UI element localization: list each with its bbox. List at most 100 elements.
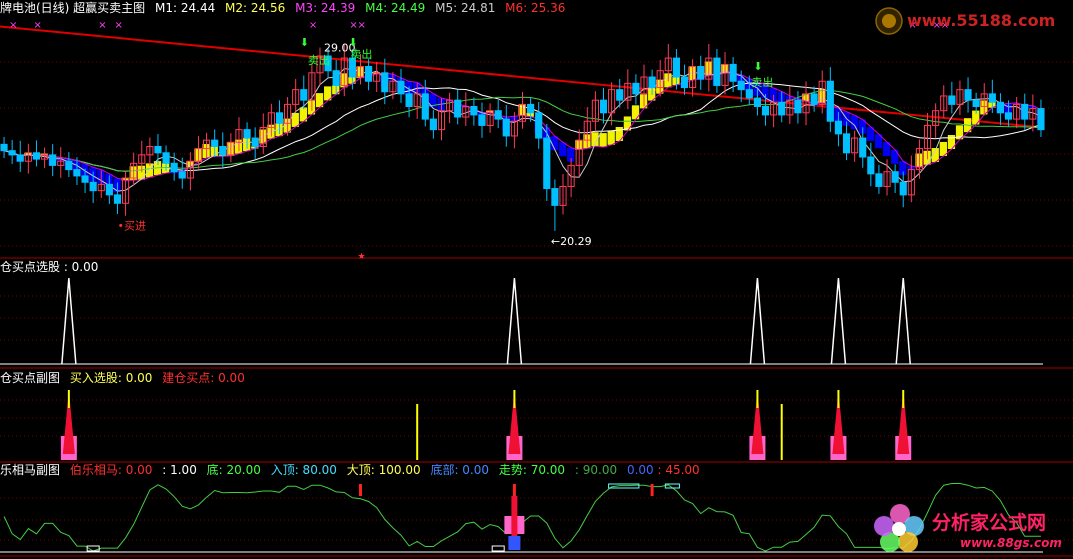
candle-down — [551, 188, 559, 206]
watermark-bottom-text: 分析家公式网 — [932, 512, 1047, 534]
candle-down — [1004, 112, 1013, 120]
candle-down — [761, 105, 770, 116]
sell-arrow-icon: ⬇ — [300, 36, 309, 49]
candle-down — [113, 194, 122, 204]
m1-value: M1: 24.44 — [155, 1, 216, 15]
watermark-bottom: 分析家公式网 www.88gs.com — [872, 500, 1072, 558]
candle-down — [421, 93, 429, 120]
panel4-red-bar — [511, 496, 518, 536]
candle-down — [842, 133, 851, 154]
panel4-bottom: 底: 20.00 — [206, 463, 261, 477]
panel4-fortyfive: : 45.00 — [657, 463, 700, 477]
sell-signal-label: 卖出 — [308, 53, 330, 67]
candle-down — [834, 120, 843, 135]
candle-down — [988, 93, 996, 103]
sell-arrow-icon: ⬇ — [348, 36, 357, 49]
panel2-header: 仓买点选股 : 0.00 — [0, 259, 104, 275]
low-price-label: ←20.29 — [551, 235, 592, 248]
candle-down — [543, 137, 551, 190]
watermark-bottom-url: www.88gs.com — [960, 536, 1062, 550]
candle-down — [672, 57, 680, 78]
candle-down — [381, 72, 389, 93]
candle-down — [170, 162, 178, 173]
candle-down — [178, 171, 186, 179]
sell-signal-label: 卖出 — [751, 75, 773, 89]
panel4-trend: 走势: 70.00 — [498, 463, 566, 477]
candle-down — [49, 154, 57, 166]
candle-down — [964, 89, 972, 101]
panel4-one: : 1.00 — [162, 463, 197, 477]
panel3-header: 仓买点副图 买入选股: 0.00 建仓买点: 0.00 — [0, 370, 251, 386]
panel4-white-marker — [491, 545, 505, 552]
candle-down — [73, 169, 81, 177]
m3-value: M3: 24.39 — [295, 1, 356, 15]
candle-down — [251, 137, 259, 147]
m6-value: M6: 25.36 — [505, 1, 566, 15]
m4-value: M4: 24.49 — [365, 1, 426, 15]
candle-down — [162, 152, 170, 164]
panel3-buy-select: 买入选股: 0.00 — [69, 371, 153, 385]
candle-down — [729, 63, 737, 82]
panel2-spike — [830, 277, 847, 365]
candle-down — [527, 103, 535, 114]
candle-down — [996, 101, 1005, 114]
candle-down — [535, 112, 543, 139]
candle-down — [648, 76, 656, 89]
candle-down — [81, 175, 89, 183]
panel4-zero: 0.00 — [626, 463, 654, 477]
candle-down — [502, 118, 510, 137]
buy-signal-label: •买进 — [118, 220, 147, 233]
candle-down — [875, 173, 883, 187]
candle-down — [737, 80, 745, 91]
trend-band-down — [850, 115, 858, 130]
x-marker-icon: × — [309, 20, 317, 31]
candle-down — [697, 66, 705, 80]
candle-down — [219, 145, 227, 156]
panel4-top-in: 入顶: 80.00 — [270, 463, 337, 477]
candle-down — [105, 183, 113, 196]
panel4-ninety: : 90.00 — [574, 463, 618, 477]
panel4-bole: 伯乐相马: 0.00 — [69, 463, 153, 477]
candle-down — [154, 145, 162, 154]
candle-down — [745, 89, 753, 99]
x-marker-icon: × — [98, 20, 106, 31]
candle-down — [89, 181, 97, 192]
candle-down — [211, 139, 219, 147]
candle-down — [0, 143, 8, 152]
candle-down — [859, 137, 867, 158]
candle-down — [948, 95, 956, 105]
candle-down — [397, 80, 405, 95]
candle-down — [478, 114, 486, 126]
trend-band-down — [558, 142, 567, 157]
trend-band-down — [891, 149, 899, 164]
candle-down — [300, 89, 308, 101]
panel4-bottom-part: 底部: 0.00 — [430, 463, 490, 477]
panel3-build-point: 建仓买点: 0.00 — [162, 371, 245, 385]
candle-down — [65, 160, 73, 171]
candle-down — [899, 181, 907, 196]
x-marker-icon: × — [33, 20, 41, 31]
panel4-header: 乐相马副图 伯乐相马: 0.00 : 1.00 底: 20.00 入顶: 80.… — [0, 462, 706, 478]
candle-down — [794, 99, 802, 114]
panel4-blue-block — [508, 536, 521, 550]
watermark-top-text: www.55188.com — [907, 11, 1056, 30]
candle-down — [405, 93, 413, 107]
candle-down — [8, 150, 16, 156]
star-marker-icon: ★ — [357, 252, 365, 262]
panel2-spike — [895, 277, 911, 365]
panel4-title: 乐相马副图 — [0, 463, 61, 477]
x-marker-icon: × — [9, 20, 17, 31]
candle-down — [713, 57, 721, 86]
sell-signal-label: 卖出 — [350, 47, 372, 61]
trend-band-up — [607, 130, 615, 145]
watermark-top: www.55188.com — [875, 6, 1065, 36]
candle-down — [332, 70, 340, 86]
candle-down — [494, 110, 502, 120]
x-marker-icon: × — [114, 20, 122, 31]
candle-down — [275, 112, 284, 124]
candle-down — [470, 105, 478, 116]
main-header: 牌电池(日线) 超赢买卖主图 M1: 24.44 M2: 24.56 M3: 2… — [0, 0, 571, 16]
x-marker-icon: × — [357, 20, 365, 31]
candle-down — [891, 171, 899, 183]
m5-value: M5: 24.81 — [435, 1, 496, 15]
